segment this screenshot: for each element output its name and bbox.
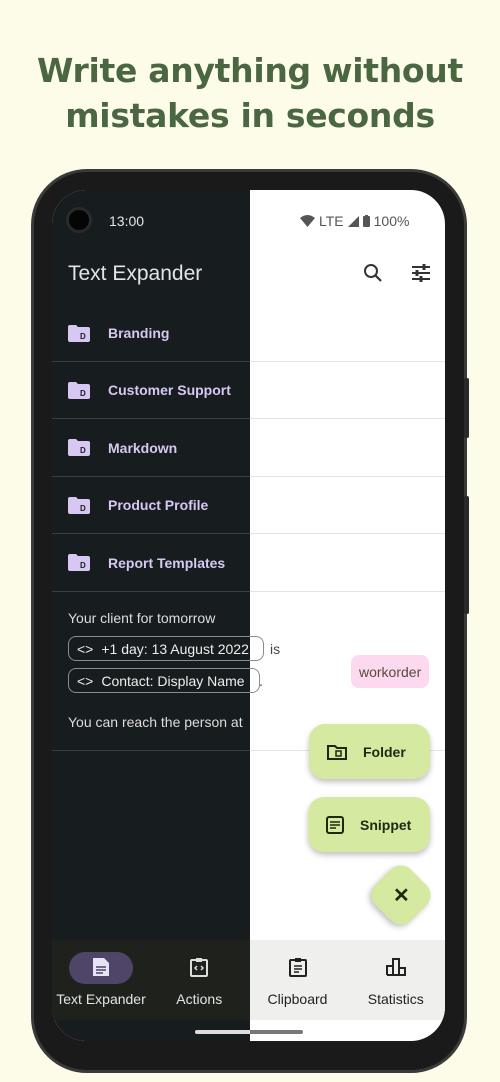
- code-clipboard-icon: [190, 957, 209, 980]
- network-label: LTE: [319, 213, 344, 229]
- power-button: [464, 496, 469, 614]
- variable-chip-contact[interactable]: <> Contact: Display Name: [68, 668, 260, 693]
- battery-label: 100%: [373, 213, 410, 229]
- clipboard-icon: [288, 957, 307, 980]
- svg-text:D: D: [80, 446, 86, 455]
- folder-item[interactable]: D Report Templates: [52, 535, 250, 591]
- home-indicator[interactable]: [195, 1030, 303, 1034]
- new-snippet-button[interactable]: Snippet: [308, 797, 430, 852]
- snippet-text-period: .: [259, 673, 263, 689]
- svg-text:D: D: [80, 389, 86, 398]
- folder-icon: D: [68, 381, 90, 399]
- bar-chart-icon: [385, 957, 406, 979]
- code-icon: <>: [77, 672, 94, 689]
- new-folder-button[interactable]: Folder: [309, 724, 430, 779]
- tune-icon[interactable]: [411, 263, 431, 283]
- svg-text:D: D: [80, 561, 86, 570]
- folder-icon: D: [68, 554, 90, 572]
- volume-button: [464, 378, 469, 438]
- camera: [66, 207, 92, 233]
- variable-chip-date[interactable]: <> +1 day: 13 August 2022: [68, 636, 264, 661]
- search-icon[interactable]: [363, 263, 383, 283]
- svg-text:D: D: [80, 332, 86, 341]
- folder-item[interactable]: D Customer Support: [52, 362, 250, 418]
- snippet-line3: You can reach the person at: [68, 714, 243, 730]
- screen: 13:00 LTE 100% Text Expander D Branding D C…: [52, 190, 445, 1041]
- signal-icon: [347, 215, 359, 227]
- wifi-icon: [300, 215, 315, 227]
- headline: Write anything without mistakes in secon…: [37, 51, 463, 135]
- snippet-text-is: is: [270, 641, 281, 657]
- folder-icon: D: [68, 496, 90, 514]
- bottom-nav: Text Expander Actions Clipboard Statistics: [52, 940, 445, 1020]
- svg-text:D: D: [80, 504, 86, 513]
- nav-item[interactable]: Clipboard: [249, 940, 347, 1020]
- nav-item[interactable]: Statistics: [347, 940, 445, 1020]
- battery-icon: [362, 215, 370, 227]
- folder-icon: D: [68, 324, 90, 342]
- folder-item[interactable]: D Markdown: [52, 420, 250, 476]
- tag-badge[interactable]: workorder: [351, 655, 430, 688]
- folder-item[interactable]: D Branding: [52, 305, 250, 361]
- code-icon: <>: [77, 640, 94, 657]
- folder-item[interactable]: D Product Profile: [52, 477, 250, 533]
- document-icon: [92, 957, 110, 980]
- status-time: 13:00: [109, 213, 145, 229]
- app-title: Text Expander: [68, 262, 203, 285]
- snippet-line1: Your client for tomorrow: [68, 610, 216, 626]
- close-icon: ✕: [393, 885, 410, 907]
- folder-icon: D: [68, 439, 90, 457]
- folder-icon: [327, 744, 347, 760]
- snippet-icon: [326, 815, 344, 834]
- nav-item[interactable]: Text Expander: [52, 940, 150, 1020]
- nav-item[interactable]: Actions: [150, 940, 248, 1020]
